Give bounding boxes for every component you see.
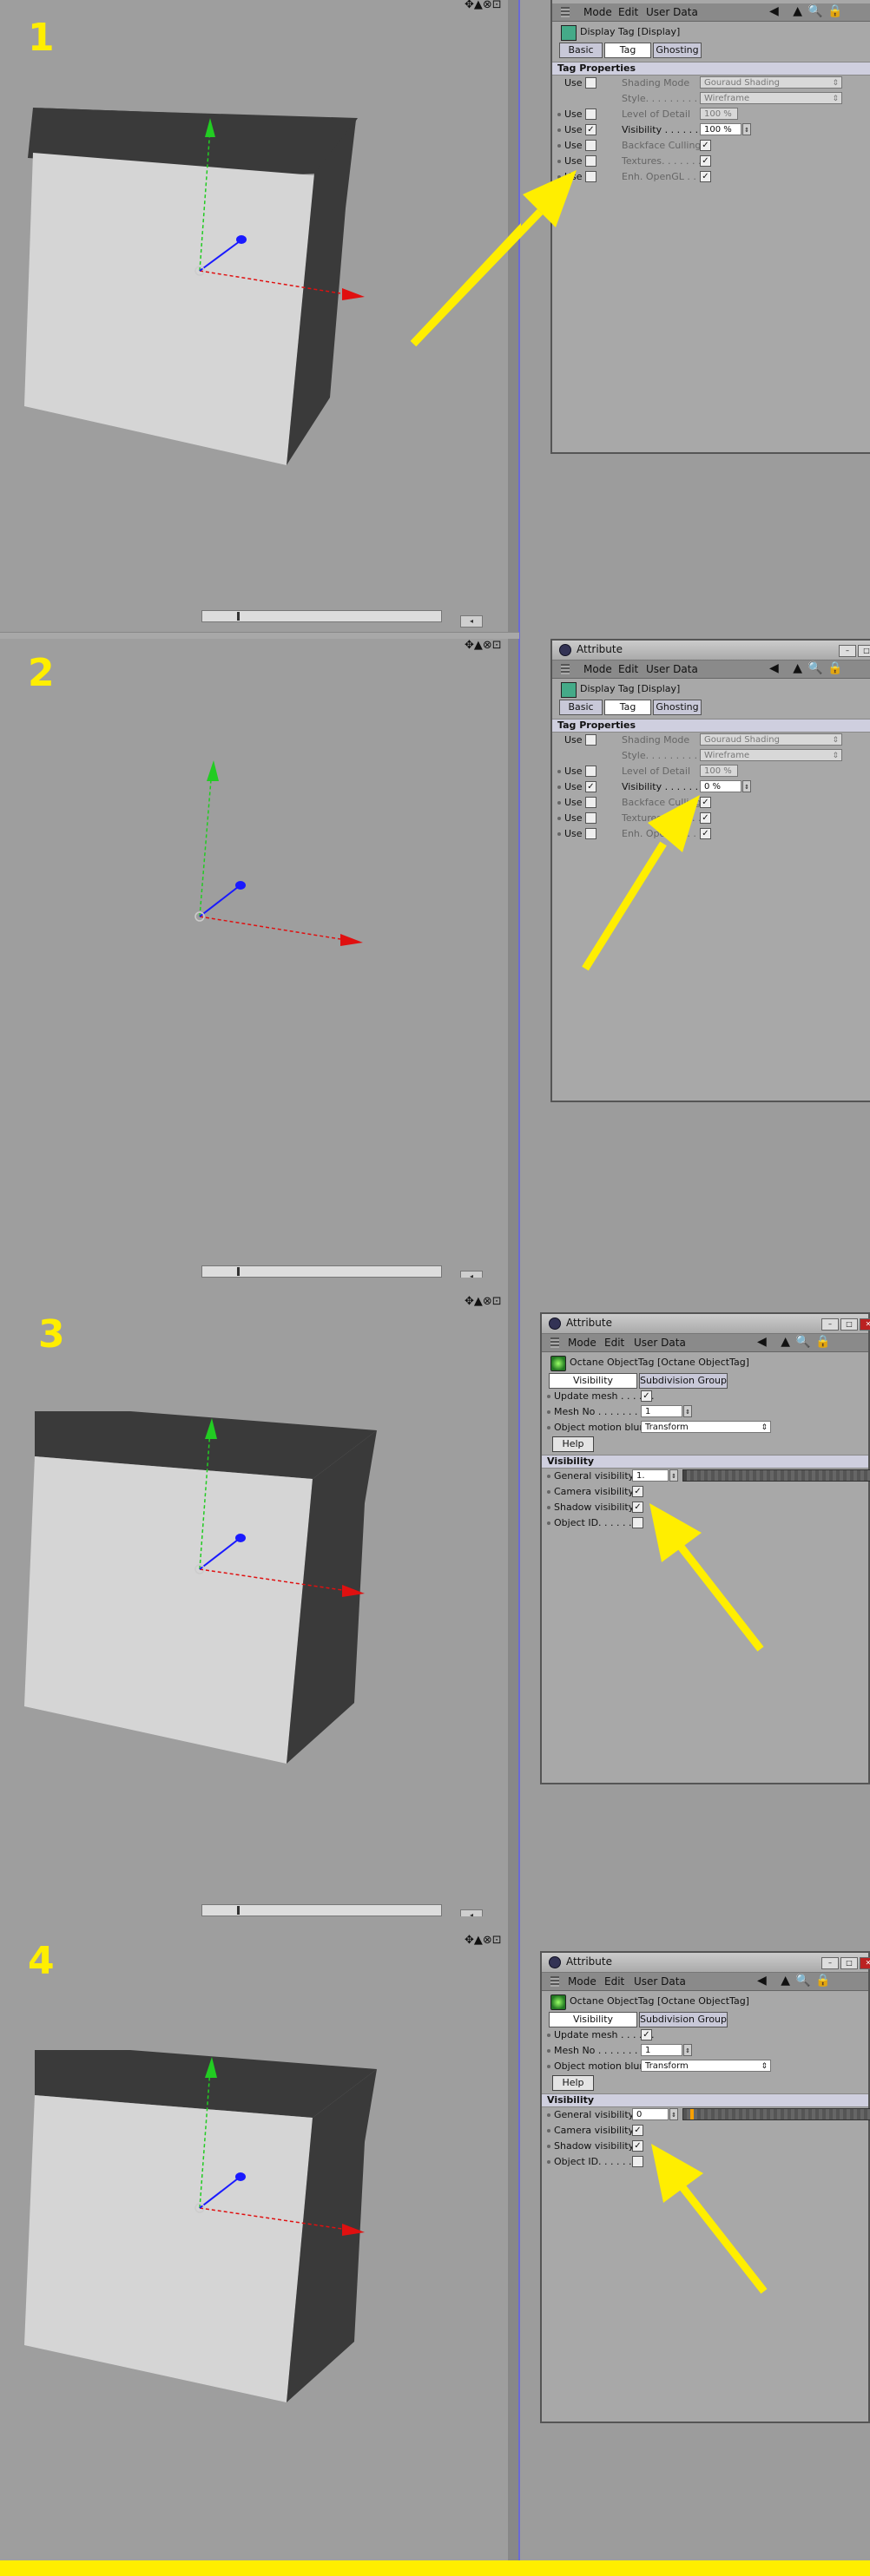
yellow-arrow-2 [582, 795, 700, 971]
yellow-arrow-3 [649, 1503, 764, 1652]
yellow-arrow-head [651, 2144, 703, 2203]
yellow-arrow-head [648, 795, 700, 852]
yellow-arrow-head [649, 1503, 702, 1562]
yellow-arrow-4 [651, 2144, 768, 2294]
panel-4: 4 ✥▲⊗⊡ Attribute – □ ✕ Mode Edit User Data… [0, 1916, 870, 2560]
bottom-yellow-strip [0, 2560, 870, 2576]
panel-2: 2 ✥▲⊗⊡ ◂▸ Attribute –□✕ Mode Edit User D… [0, 639, 870, 1278]
panel-1: 1 ✥▲⊗⊡ ◂▸ Mode Edit User Data ◀ ▲🔍🔒 Disp… [0, 0, 870, 639]
yellow-arrow-1 [410, 170, 577, 347]
panel-3: 3 ✥▲⊗⊡ ◂▸ Attribute –□✕ Mode Edit User D… [0, 1278, 870, 1916]
